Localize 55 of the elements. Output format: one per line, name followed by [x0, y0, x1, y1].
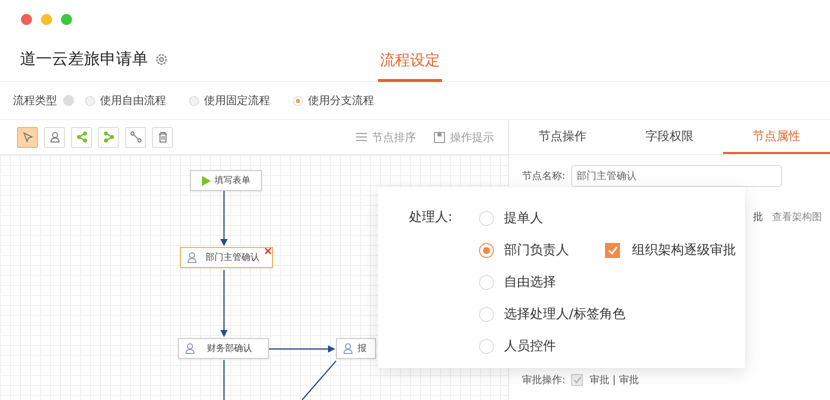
person-icon — [185, 343, 195, 354]
split-tool[interactable] — [71, 126, 92, 148]
handler-option[interactable]: 部门负责人 — [479, 239, 569, 261]
flow-type-option[interactable]: 使用分支流程 — [293, 93, 374, 108]
check-icon — [608, 246, 618, 254]
flow-node[interactable]: 财务部确认 — [178, 338, 269, 359]
connector-arrow — [220, 190, 228, 246]
approval-checkbox[interactable] — [571, 374, 584, 386]
check-icon — [572, 376, 582, 384]
remove-icon[interactable] — [265, 248, 271, 254]
level-approval-checkbox[interactable]: 组织架构逐级审批 — [605, 239, 736, 261]
org-chart-link[interactable]: 查看架构图 — [772, 210, 822, 224]
pointer-tool[interactable] — [17, 126, 38, 148]
list-icon — [356, 132, 367, 142]
panel-tab[interactable]: 节点操作 — [509, 120, 616, 154]
branch-icon — [76, 131, 88, 143]
person-icon — [48, 131, 60, 143]
flow-node[interactable]: 部门主管确认 — [180, 247, 273, 268]
flow-type-label: 流程类型 — [13, 93, 57, 108]
minimize-dot[interactable] — [41, 14, 52, 24]
person-tool[interactable] — [44, 126, 65, 148]
connector-arrow — [220, 270, 228, 338]
close-dot[interactable] — [21, 14, 32, 24]
note-icon — [434, 132, 445, 142]
connector-icon — [130, 131, 142, 143]
flow-node[interactable]: 填写表单 — [190, 170, 262, 191]
merge-tool[interactable] — [98, 126, 119, 148]
connector-line — [223, 360, 225, 400]
merge-icon — [102, 131, 114, 143]
node-name-label: 节点名称: — [522, 170, 566, 183]
cursor-icon — [22, 131, 34, 143]
flow-node[interactable]: 报 — [336, 338, 376, 359]
play-icon — [202, 176, 210, 186]
trash-icon — [156, 131, 168, 143]
approval-label: 审批操作: — [522, 374, 566, 387]
handler-option[interactable]: 人员控件 — [479, 335, 556, 357]
connector-tool[interactable] — [125, 126, 146, 148]
person-icon — [343, 343, 353, 354]
node-name-field[interactable]: 部门主管确认 — [571, 165, 782, 187]
handler-option[interactable]: 自由选择 — [479, 271, 556, 293]
connector-line — [302, 360, 336, 400]
delete-tool[interactable] — [152, 126, 173, 148]
flow-type-option[interactable]: 使用固定流程 — [189, 93, 270, 108]
handler-option[interactable]: 选择处理人/标签角色 — [479, 303, 626, 325]
approval-text: 批 — [753, 210, 763, 224]
person-icon — [187, 252, 197, 263]
connector-arrow — [269, 345, 336, 353]
maximize-dot[interactable] — [61, 14, 72, 24]
approval-option: 审批 | 审批 — [589, 373, 640, 387]
settings-icon[interactable] — [155, 53, 168, 66]
panel-tab[interactable]: 字段权限 — [616, 120, 723, 154]
form-title: 道一云差旅申请单 — [20, 49, 148, 70]
handler-label: 处理人: — [409, 209, 454, 227]
flow-type-option[interactable]: 使用自由流程 — [85, 93, 166, 108]
handler-option[interactable]: 提单人 — [479, 207, 543, 229]
